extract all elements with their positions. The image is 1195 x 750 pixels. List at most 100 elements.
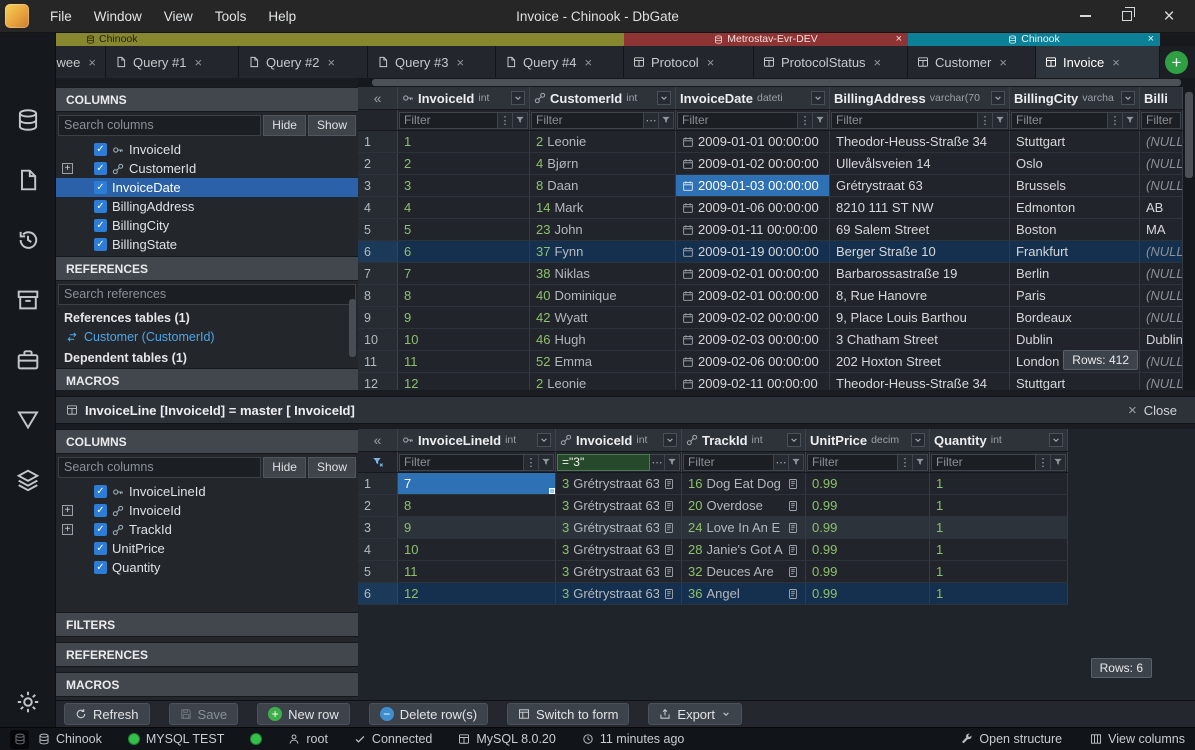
tab-group-3-chinook[interactable]: Chinook× <box>908 33 1160 46</box>
cell-billingcity[interactable]: Frankfurt <box>1010 241 1140 262</box>
close-tab-icon[interactable]: × <box>194 55 202 70</box>
hscroll-thumb[interactable] <box>372 79 1181 86</box>
cell-billingaddress[interactable]: 3 Chatham Street <box>830 329 1010 350</box>
column-header-invoicedate[interactable]: InvoiceDatedateti <box>676 87 830 109</box>
cell-quantity[interactable]: 1 <box>930 539 1068 560</box>
row-number[interactable]: 8 <box>358 285 398 306</box>
filter-input[interactable]: Filter <box>807 454 898 471</box>
column-header-trackid[interactable]: TrackIdint <box>682 429 806 451</box>
column-item-quantity[interactable]: ✓Quantity <box>56 558 358 577</box>
column-header-billingcity[interactable]: BillingCityvarcha <box>1010 87 1140 109</box>
tab-query-3[interactable]: Query #3× <box>368 46 496 78</box>
cell-invoicedate[interactable]: 2009-02-03 00:00:00 <box>676 329 830 350</box>
column-menu-chevron[interactable] <box>787 433 801 447</box>
cell-unitprice[interactable]: 0.99 <box>806 561 930 582</box>
cell-invoiceid[interactable]: 7 <box>398 263 530 284</box>
close-tab-icon[interactable]: × <box>1112 55 1120 70</box>
cell-billingcity[interactable]: Dublin <box>1010 329 1140 350</box>
filter-funnel-button[interactable] <box>659 112 674 129</box>
close-button[interactable]: × <box>1153 1 1185 31</box>
cell-billingcity[interactable]: Edmonton <box>1010 197 1140 218</box>
cell-billingaddress[interactable]: 202 Hoxton Street <box>830 351 1010 372</box>
cell-billingaddress[interactable]: Berger Straße 10 <box>830 241 1010 262</box>
cell-invoiceid[interactable]: 10 <box>398 329 530 350</box>
cell-billingcity[interactable]: Oslo <box>1010 153 1140 174</box>
switch-to-form-button[interactable]: Switch to form <box>507 703 629 725</box>
cell-invoiceid[interactable]: 8 <box>398 285 530 306</box>
tab-group-2-metrostav-evr-dev[interactable]: Metrostav-Evr-DEV× <box>624 33 908 46</box>
filter-input[interactable]: Filter <box>399 112 498 129</box>
cell-invoicedate[interactable]: 2009-02-11 00:00:00 <box>676 373 830 390</box>
row-number[interactable]: 1 <box>358 131 398 152</box>
filter-input[interactable]: ="3" <box>557 454 650 471</box>
cell-invoicedate[interactable]: 2009-02-02 00:00:00 <box>676 307 830 328</box>
cell-quantity[interactable]: 1 <box>930 583 1068 604</box>
minimize-button[interactable] <box>1069 1 1101 31</box>
tab-customer[interactable]: Customer× <box>908 46 1036 78</box>
filter-menu-button[interactable]: ⋮ <box>898 454 913 471</box>
filter-menu-button[interactable]: ⋮ <box>524 454 539 471</box>
cell-invoiceid[interactable]: 6 <box>398 241 530 262</box>
sidebar-archive-button[interactable] <box>0 285 56 315</box>
column-menu-chevron[interactable] <box>911 433 925 447</box>
cell-billingcity[interactable]: Berlin <box>1010 263 1140 284</box>
filter-input[interactable]: Filter <box>1141 112 1181 129</box>
cell-trackid[interactable]: 20Overdose <box>682 495 806 516</box>
filter-menu-button[interactable]: ⋯ <box>774 454 789 471</box>
filter-input[interactable]: Filter <box>1011 112 1108 129</box>
tab-protocolstatus[interactable]: ProtocolStatus× <box>754 46 908 78</box>
reference-link-customer[interactable]: Customer (CustomerId) <box>56 328 358 347</box>
filter-menu-button[interactable]: ⋯ <box>644 112 659 129</box>
close-tab-icon[interactable]: × <box>707 55 715 70</box>
cell-billingaddress[interactable]: Theodor-Heuss-Straße 34 <box>830 373 1010 390</box>
cell-invoiceid[interactable]: 9 <box>398 307 530 328</box>
new-tab-button[interactable]: + <box>1165 51 1188 74</box>
column-menu-chevron[interactable] <box>657 91 671 105</box>
tab-invoice[interactable]: Invoice× <box>1036 46 1160 78</box>
column-item-customerid[interactable]: +✓CustomerId <box>56 159 358 178</box>
fill-handle[interactable] <box>549 488 555 494</box>
row-number[interactable]: 11 <box>358 351 398 372</box>
cell-billingcity[interactable]: Brussels <box>1010 175 1140 196</box>
macros-section-header[interactable]: MACROS <box>56 368 358 390</box>
cell-customerid[interactable]: 46Hugh <box>530 329 676 350</box>
cell-billingcity[interactable]: Boston <box>1010 219 1140 240</box>
cell-invoicedate[interactable]: 2009-01-11 00:00:00 <box>676 219 830 240</box>
vscroll-thumb[interactable] <box>1185 92 1193 178</box>
cell-invoiceid[interactable]: 3 <box>398 175 530 196</box>
cell-billingcity[interactable]: Stuttgart <box>1010 131 1140 152</box>
filter-funnel-button[interactable] <box>913 454 928 471</box>
cell-trackid[interactable]: 24Love In An E <box>682 517 806 538</box>
checkbox[interactable]: ✓ <box>94 561 107 574</box>
row-number[interactable]: 6 <box>358 583 398 604</box>
hide-button-detail[interactable]: Hide <box>263 457 306 478</box>
checkbox[interactable]: ✓ <box>94 200 107 213</box>
horizontal-scrollbar[interactable] <box>358 78 1195 87</box>
column-item-invoiceid[interactable]: +✓InvoiceId <box>56 501 358 520</box>
filter-menu-button[interactable]: ⋮ <box>1108 112 1123 129</box>
checkbox[interactable]: ✓ <box>94 542 107 555</box>
sidebar-filter-button[interactable] <box>0 405 56 435</box>
hide-button[interactable]: Hide <box>263 115 306 136</box>
column-menu-chevron[interactable] <box>511 91 525 105</box>
row-number[interactable]: 2 <box>358 153 398 174</box>
cell-invoiceid[interactable]: 1 <box>398 131 530 152</box>
cell-invoicelineid[interactable]: 11 <box>398 561 556 582</box>
column-menu-chevron[interactable] <box>811 91 825 105</box>
cell-billi[interactable]: (NULL) <box>1140 241 1183 262</box>
close-tab-icon[interactable]: × <box>88 55 96 70</box>
close-tab-icon[interactable]: × <box>999 55 1007 70</box>
filter-input[interactable]: Filter <box>399 454 524 471</box>
refresh-button[interactable]: Refresh <box>64 703 150 725</box>
close-tab-icon[interactable]: × <box>456 55 464 70</box>
row-number[interactable]: 5 <box>358 561 398 582</box>
cell-invoicedate[interactable]: 2009-01-01 00:00:00 <box>676 131 830 152</box>
column-item-billingaddress[interactable]: ✓BillingAddress <box>56 197 358 216</box>
status-open-structure[interactable]: Open structure <box>961 732 1062 746</box>
macros-section-header-detail[interactable]: MACROS <box>56 672 358 697</box>
show-button-detail[interactable]: Show <box>308 457 356 478</box>
checkbox[interactable]: ✓ <box>94 485 107 498</box>
search-columns-input[interactable] <box>58 115 261 136</box>
column-header-invoiceid[interactable]: InvoiceIdint <box>556 429 682 451</box>
column-item-billingcity[interactable]: ✓BillingCity <box>56 216 358 235</box>
